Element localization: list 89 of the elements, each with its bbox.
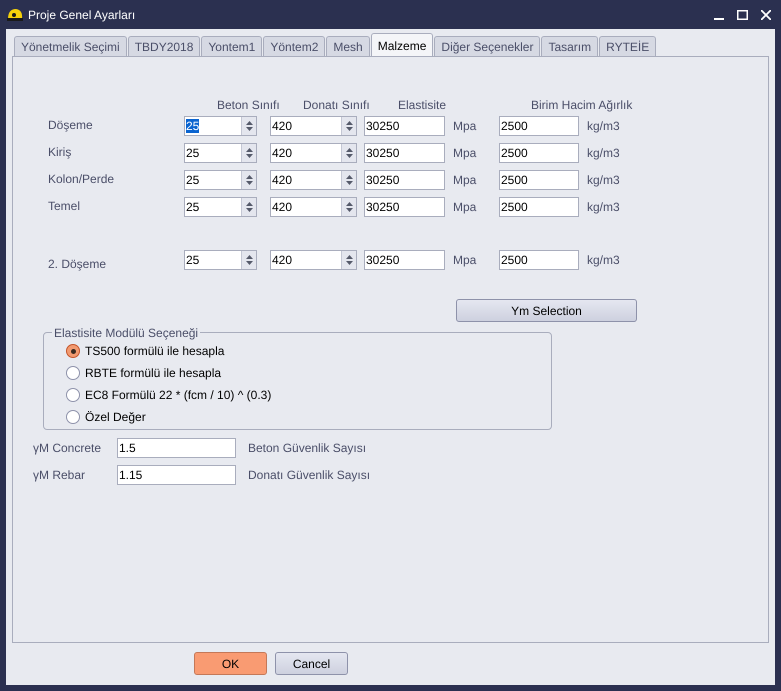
column-header: Elastisite [398, 97, 448, 114]
row-label: Temel [47, 198, 82, 215]
spin-value: 420 [271, 145, 294, 162]
spin-box[interactable]: 25 [184, 197, 257, 217]
radio-label: RBTE formülü ile hesapla [85, 365, 222, 382]
factor-label: γM Concrete [33, 440, 102, 457]
spin-box[interactable]: 25 [184, 250, 257, 270]
input-field[interactable]: 2500 [499, 250, 579, 270]
spin-value: 420 [271, 252, 294, 269]
input-field[interactable]: 30250 [364, 197, 445, 217]
factor-description: Beton Güvenlik Sayısı [248, 440, 366, 457]
input-field[interactable]: 30250 [364, 250, 445, 270]
spin-arrows-icon[interactable] [341, 198, 356, 216]
ok-button[interactable]: OK [194, 652, 267, 675]
factor-label: γM Rebar [33, 467, 86, 484]
unit-label: kg/m3 [587, 199, 620, 216]
spin-arrows-icon[interactable] [241, 251, 256, 269]
radio-label: Özel Değer [85, 409, 146, 426]
tab[interactable]: Yönetmelik Seçimi [14, 36, 127, 56]
tab[interactable]: Yöntem2 [263, 36, 326, 56]
spin-box[interactable]: 25 [184, 170, 257, 190]
spin-box[interactable]: 25 [184, 143, 257, 163]
unit-label: Mpa [453, 199, 478, 216]
unit-label: kg/m3 [587, 172, 620, 189]
spin-arrows-icon[interactable] [241, 171, 256, 189]
tab[interactable]: Mesh [326, 36, 370, 56]
tab[interactable]: Malzeme [370, 33, 434, 57]
spin-value: 25 [185, 145, 200, 162]
tab[interactable]: Yontem1 [201, 36, 262, 56]
spin-value: 420 [271, 118, 294, 135]
column-header: Donatı Sınıfı [303, 97, 371, 114]
factor-description: Donatı Güvenlik Sayısı [248, 467, 370, 484]
column-header: Beton Sınıfı [217, 97, 281, 114]
unit-label: Mpa [453, 252, 478, 269]
input-field[interactable]: 30250 [364, 170, 445, 190]
helmet-icon [6, 6, 24, 22]
spin-arrows-icon[interactable] [341, 251, 356, 269]
spin-value: 25 [185, 252, 200, 269]
radio-button[interactable] [66, 366, 80, 380]
unit-label: Mpa [453, 118, 478, 135]
spin-arrows-icon[interactable] [241, 117, 256, 135]
unit-label: kg/m3 [587, 252, 620, 269]
maximize-icon[interactable] [737, 10, 748, 20]
unit-label: Mpa [453, 145, 478, 162]
tab[interactable]: Diğer Seçenekler [434, 36, 540, 56]
input-field[interactable]: 2500 [499, 116, 579, 136]
row-label: Kolon/Perde [47, 171, 116, 188]
unit-label: Mpa [453, 172, 478, 189]
input-field[interactable]: 2500 [499, 197, 579, 217]
spin-value: 420 [271, 199, 294, 216]
cancel-button[interactable]: Cancel [275, 652, 348, 675]
spin-value: 25 [185, 172, 200, 189]
radio-button[interactable] [66, 344, 80, 358]
radio-label: EC8 Formülü 22 * (fcm / 10) ^ (0.3) [85, 387, 272, 404]
row-label: Döşeme [47, 117, 94, 134]
tab[interactable]: TBDY2018 [128, 36, 200, 56]
input-field[interactable]: 30250 [364, 116, 445, 136]
ym-selection-button[interactable]: Ym Selection [456, 299, 637, 322]
spin-box[interactable]: 420 [270, 250, 357, 270]
spin-box[interactable]: 420 [270, 170, 357, 190]
input-field[interactable]: 2500 [499, 170, 579, 190]
spin-arrows-icon[interactable] [341, 117, 356, 135]
spin-arrows-icon[interactable] [341, 171, 356, 189]
spin-value: 420 [271, 172, 294, 189]
row-label: 2. Döşeme [47, 256, 108, 273]
tab[interactable]: Tasarım [541, 36, 598, 56]
row-label: Kiriş [47, 144, 72, 161]
unit-label: kg/m3 [587, 118, 620, 135]
spin-arrows-icon[interactable] [241, 144, 256, 162]
spin-arrows-icon[interactable] [241, 198, 256, 216]
spin-value: 25 [185, 199, 200, 216]
window-title: Proje Genel Ayarları [28, 6, 136, 24]
radio-button[interactable] [66, 410, 80, 424]
unit-label: kg/m3 [587, 145, 620, 162]
input-field[interactable]: 1.5 [117, 438, 236, 458]
input-field[interactable]: 30250 [364, 143, 445, 163]
spin-box[interactable]: 420 [270, 116, 357, 136]
tab[interactable]: RYTEİE [599, 36, 656, 56]
spin-box[interactable]: 420 [270, 197, 357, 217]
input-field[interactable]: 1.15 [117, 465, 236, 485]
spin-box[interactable]: 420 [270, 143, 357, 163]
input-field[interactable]: 2500 [499, 143, 579, 163]
spin-value: 25 [185, 118, 200, 135]
radio-button[interactable] [66, 388, 80, 402]
spin-box[interactable]: 25 [184, 116, 257, 136]
column-header: Birim Hacim Ağırlık [531, 97, 632, 114]
close-icon[interactable] [761, 10, 771, 20]
radio-label: TS500 formülü ile hesapla [85, 343, 224, 360]
spin-arrows-icon[interactable] [341, 144, 356, 162]
